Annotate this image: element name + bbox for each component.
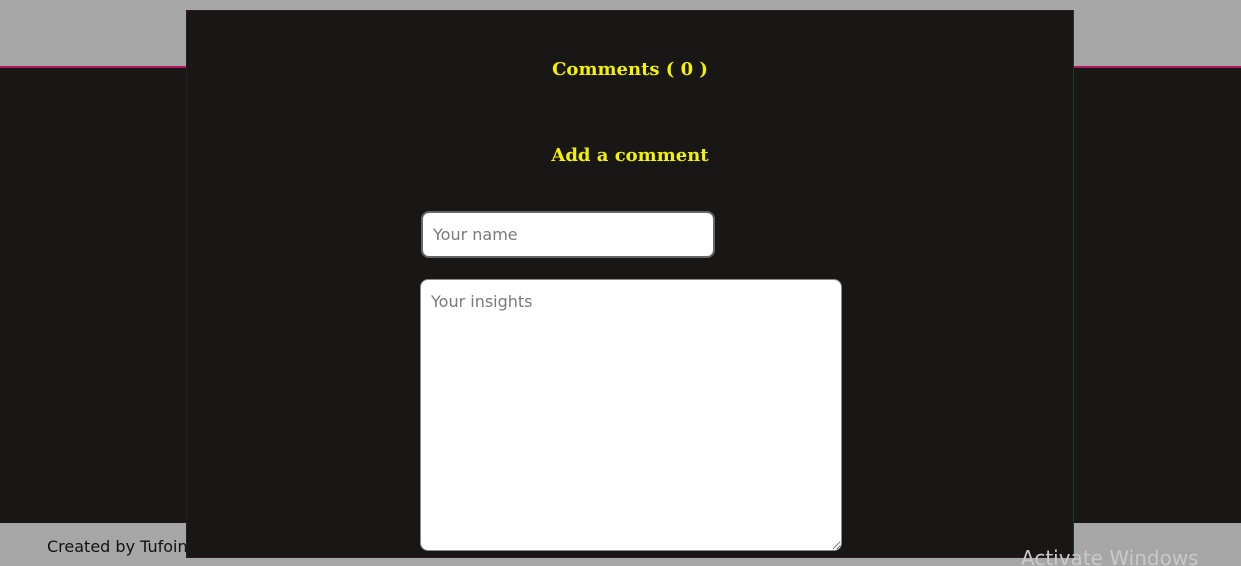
footer-credit: Created by Tufoin — [47, 537, 188, 556]
add-comment-heading: Add a comment — [551, 145, 709, 166]
comments-modal: Comments ( 0 ) Add a comment — [186, 10, 1074, 558]
insights-textarea[interactable] — [420, 279, 842, 551]
activate-windows-watermark: Activate Windows — [1021, 546, 1199, 566]
comments-count-title: Comments ( 0 ) — [552, 59, 708, 80]
name-input[interactable] — [421, 211, 715, 258]
